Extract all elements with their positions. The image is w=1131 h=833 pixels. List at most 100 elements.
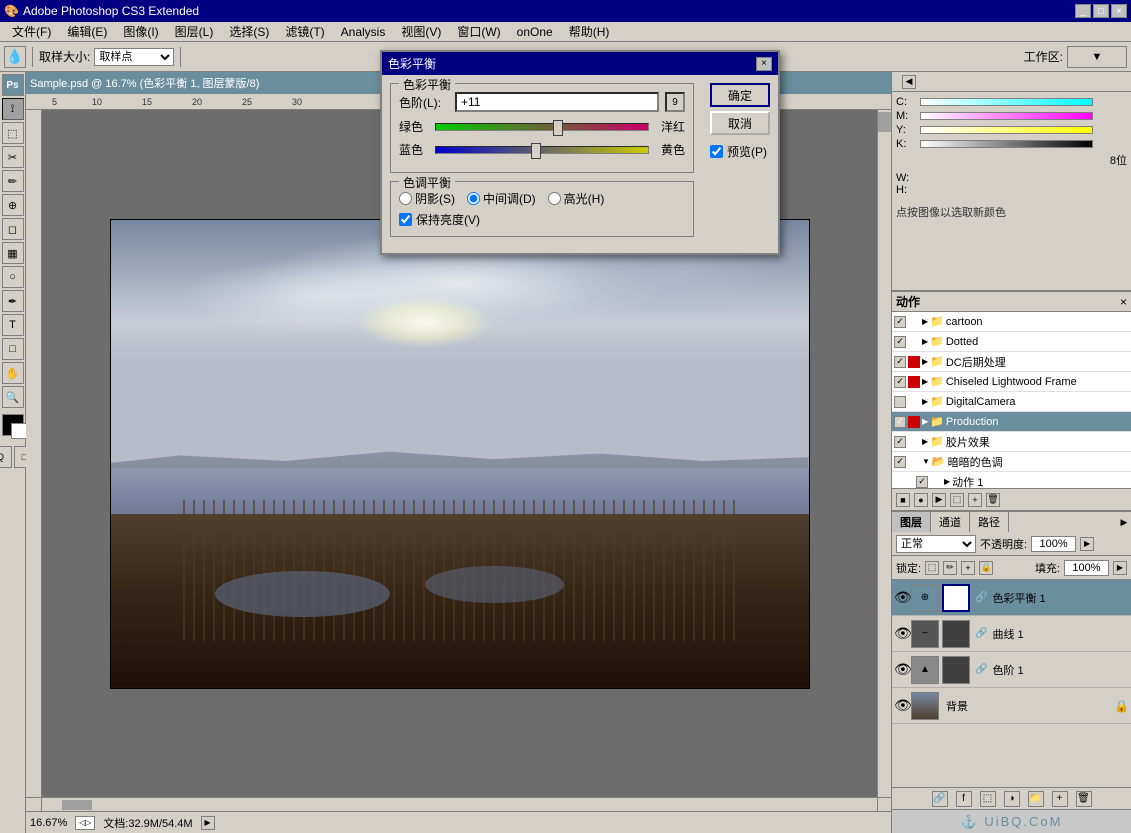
action-row-action1[interactable]: ▶ 动作 1	[892, 472, 1131, 488]
layer-row-background[interactable]: 👁 背景 🔒	[892, 688, 1131, 724]
lock-position[interactable]: +	[961, 561, 975, 575]
doc-info-arrow[interactable]: ▶	[201, 816, 215, 830]
color-balance-dialog[interactable]: 色彩平衡 × 色彩平衡 色阶(L): 9	[380, 50, 780, 255]
highlight-radio[interactable]: 高光(H)	[548, 190, 605, 207]
standard-mode[interactable]: Q	[0, 446, 12, 468]
layer-row-levels[interactable]: 👁 ▲ 🔗 色阶 1	[892, 652, 1131, 688]
tab-paths[interactable]: 路径	[970, 512, 1009, 532]
minimize-button[interactable]: _	[1075, 4, 1091, 18]
action-check-1[interactable]	[894, 316, 906, 328]
midtone-radio-input[interactable]	[467, 192, 480, 205]
crop-tool[interactable]: ✂	[2, 146, 24, 168]
blend-mode-select[interactable]: 正常	[896, 535, 976, 553]
vertical-scrollbar[interactable]	[877, 110, 891, 797]
opacity-input[interactable]	[1031, 536, 1076, 552]
delete-layer-btn[interactable]: 🗑	[1076, 791, 1092, 807]
menu-edit[interactable]: 编辑(E)	[59, 21, 115, 42]
zoom-slider[interactable]: ◁▷	[75, 816, 95, 830]
action-row-dotted[interactable]: ▶ 📁 Dotted	[892, 332, 1131, 352]
menu-filter[interactable]: 滤镜(T)	[277, 21, 332, 42]
action-row-film[interactable]: ▶ 📁 胶片效果	[892, 432, 1131, 452]
fill-input[interactable]	[1064, 560, 1109, 576]
action-row-dark[interactable]: ▼ 📂 暗暗的色调	[892, 452, 1131, 472]
play-btn[interactable]: ▶	[932, 493, 946, 507]
green-slider-thumb[interactable]	[553, 120, 563, 136]
menu-select[interactable]: 选择(S)	[221, 21, 277, 42]
add-mask-btn[interactable]: ⬚	[980, 791, 996, 807]
eyedropper-tool[interactable]: 💧	[4, 46, 26, 68]
selection-tool[interactable]: ⬚	[2, 122, 24, 144]
eye-icon-2[interactable]: 👁	[894, 625, 908, 642]
close-button[interactable]: ×	[1111, 4, 1127, 18]
zoom-tool[interactable]: 🔍	[2, 386, 24, 408]
action-check-9[interactable]	[916, 476, 928, 488]
menu-window[interactable]: 窗口(W)	[449, 21, 508, 42]
lock-all[interactable]: 🔒	[979, 561, 993, 575]
eye-icon-4[interactable]: 👁	[894, 697, 908, 714]
actions-close[interactable]: ×	[1120, 295, 1127, 309]
color-level-input[interactable]	[455, 92, 659, 112]
action-row-cartoon[interactable]: ▶ 📁 cartoon	[892, 312, 1131, 332]
new-set-btn[interactable]: ⬚	[950, 493, 964, 507]
foreground-color[interactable]	[2, 414, 24, 436]
workspace-btn[interactable]: ▼	[1067, 46, 1127, 68]
link-layers-btn[interactable]: 🔗	[932, 791, 948, 807]
shape-tool[interactable]: □	[2, 338, 24, 360]
brush-tool[interactable]: ✏	[2, 170, 24, 192]
clone-tool[interactable]: ⊕	[2, 194, 24, 216]
new-fill-btn[interactable]: ◑	[1004, 791, 1020, 807]
action-check-5[interactable]	[894, 396, 906, 408]
action-check-6[interactable]	[894, 416, 906, 428]
green-slider-track[interactable]	[435, 123, 649, 131]
horizontal-scrollbar[interactable]	[42, 797, 877, 811]
new-action-btn[interactable]: +	[968, 493, 982, 507]
ok-button[interactable]: 确定	[710, 83, 770, 107]
midtone-radio[interactable]: 中间调(D)	[467, 190, 536, 207]
blue-slider-track[interactable]	[435, 146, 649, 154]
add-style-btn[interactable]: f	[956, 791, 972, 807]
dialog-close-btn[interactable]: ×	[756, 57, 772, 71]
action-row-digital[interactable]: ▶ 📁 DigitalCamera	[892, 392, 1131, 412]
action-row-dc[interactable]: ▶ 📁 DC后期处理	[892, 352, 1131, 372]
action-check-3[interactable]	[894, 356, 906, 368]
action-row-production[interactable]: ▶ 📁 Production	[892, 412, 1131, 432]
panel-menu-btn[interactable]: ▶	[1117, 512, 1131, 532]
action-check-2[interactable]	[894, 336, 906, 348]
pen-tool[interactable]: ✒	[2, 290, 24, 312]
action-check-4[interactable]	[894, 376, 906, 388]
gradient-tool[interactable]: ▦	[2, 242, 24, 264]
menu-analysis[interactable]: Analysis	[333, 23, 394, 41]
dodge-tool[interactable]: ○	[2, 266, 24, 288]
shadow-radio[interactable]: 阴影(S)	[399, 190, 455, 207]
maximize-button[interactable]: □	[1093, 4, 1109, 18]
eye-icon-1[interactable]: 👁	[894, 589, 908, 606]
action-check-8[interactable]	[894, 456, 906, 468]
sample-size-select[interactable]: 取样点	[94, 48, 174, 66]
menu-onone[interactable]: onOne	[509, 23, 561, 41]
lock-pixels[interactable]: ✏	[943, 561, 957, 575]
tab-layers[interactable]: 图层	[892, 512, 931, 532]
layer-row-color-balance[interactable]: 👁 ⊕ 🔗 色彩平衡 1	[892, 580, 1131, 616]
cancel-button[interactable]: 取消	[710, 111, 770, 135]
opacity-arrow[interactable]: ▶	[1080, 537, 1094, 551]
menu-view[interactable]: 视图(V)	[393, 21, 449, 42]
menu-layer[interactable]: 图层(L)	[167, 21, 222, 42]
eye-icon-3[interactable]: 👁	[894, 661, 908, 678]
preserve-lum-checkbox[interactable]	[399, 213, 412, 226]
erase-tool[interactable]: ◻	[2, 218, 24, 240]
delete-action-btn[interactable]: 🗑	[986, 493, 1000, 507]
highlight-radio-input[interactable]	[548, 192, 561, 205]
preview-checkbox[interactable]	[710, 145, 723, 158]
menu-image[interactable]: 图像(I)	[115, 21, 166, 42]
record-btn[interactable]: ●	[914, 493, 928, 507]
blue-slider-thumb[interactable]	[531, 143, 541, 159]
hand-tool[interactable]: ✋	[2, 362, 24, 384]
text-tool[interactable]: T	[2, 314, 24, 336]
action-check-7[interactable]	[894, 436, 906, 448]
shadow-radio-input[interactable]	[399, 192, 412, 205]
fill-arrow[interactable]: ▶	[1113, 561, 1127, 575]
panel-collapse[interactable]: ◀	[902, 75, 916, 89]
menu-file[interactable]: 文件(F)	[4, 21, 59, 42]
lock-transparent[interactable]: ⬚	[925, 561, 939, 575]
menu-help[interactable]: 帮助(H)	[561, 21, 618, 42]
